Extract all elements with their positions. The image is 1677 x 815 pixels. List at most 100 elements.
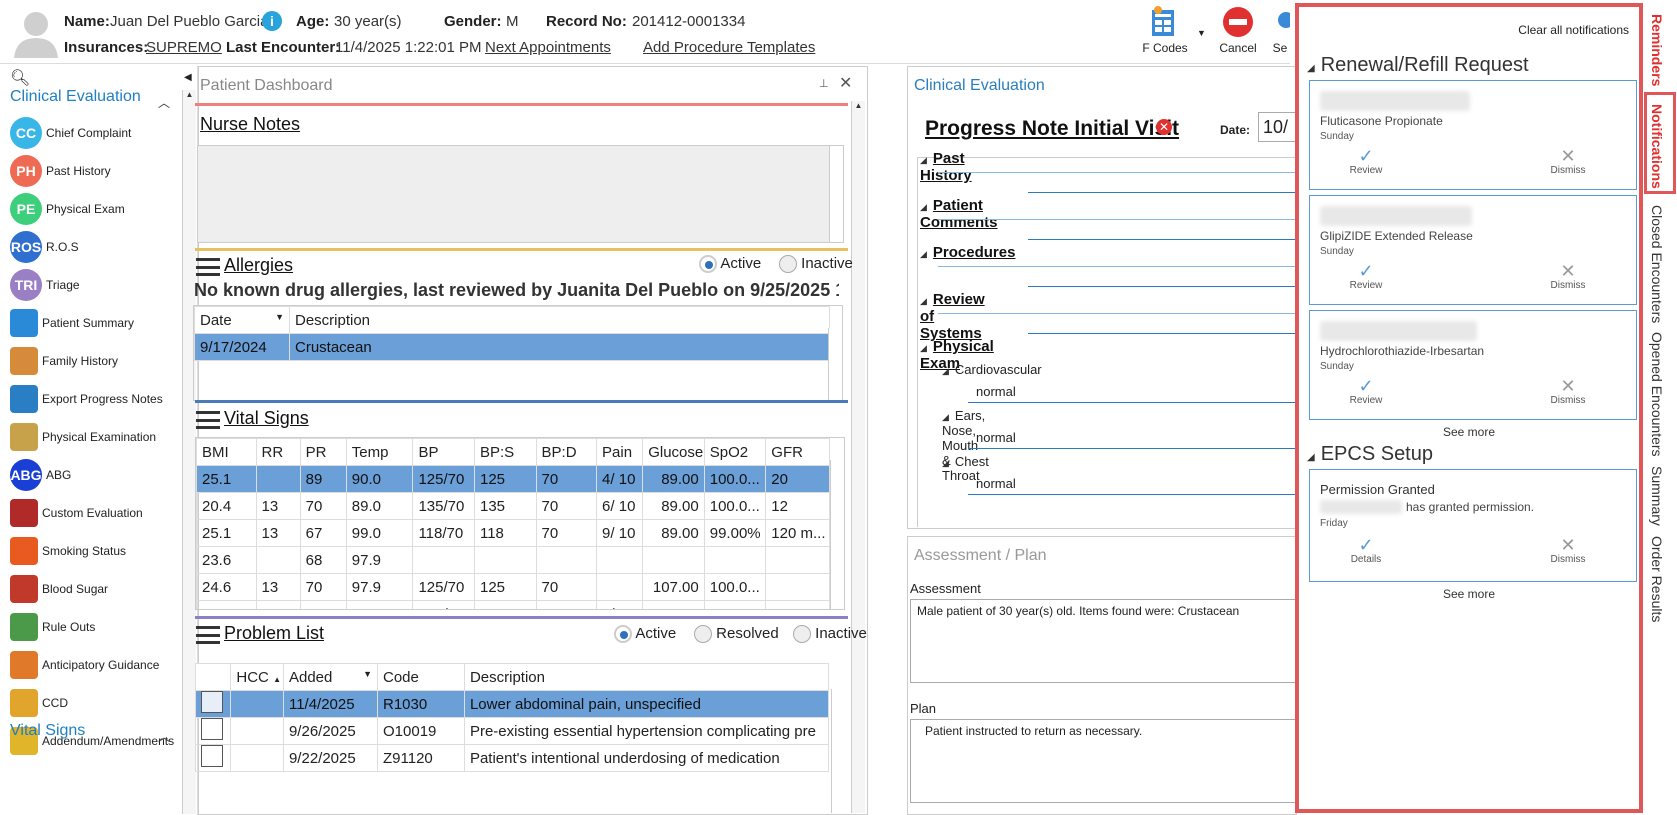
dismiss-button[interactable]: ✕ Dismiss [1538,536,1598,565]
add-procedure-templates-link[interactable]: Add Procedure Templates [643,39,815,56]
epcs-notification-card[interactable]: Permission Granted has granted permissio… [1309,469,1637,582]
table-row[interactable]: 25.1 89 90.0 125/70 125 70 4/ 10 89.00 100.0... 2… [196,465,830,493]
problem-list-heading[interactable]: Problem List [224,623,324,644]
allergy-col-header[interactable]: Date ▼ [194,306,290,334]
tab-closed-encounters[interactable]: Closed Encounters [1649,205,1665,323]
row-checkbox[interactable] [201,745,223,767]
clear-all-notifications-button[interactable]: Clear all notifications [1518,23,1629,37]
chevron-up-icon[interactable]: ︿ [158,728,170,745]
allergies-heading[interactable]: Allergies [224,255,293,276]
refill-notification-card[interactable]: GlipiZIDE Extended Release Sunday ✓ Revie… [1309,195,1637,305]
problem-list-menu-icon[interactable] [196,626,220,644]
nav-item-r-o-s[interactable]: ROS R.O.S [10,230,79,264]
cancel-button[interactable]: Cancel [1213,6,1263,55]
nav-item-smoking-status[interactable]: Smoking Status [10,534,126,568]
scroll-up-icon[interactable]: ▲ [183,90,196,99]
problems-inactive-radio[interactable]: Inactive [793,625,867,644]
ce-subsection[interactable]: ◢ Cardiovascular [942,362,1042,377]
assessment-text[interactable]: Male patient of 30 year(s) old. Items fo… [910,599,1296,683]
problems-col-header[interactable]: HCC ▲ [230,663,284,691]
scroll-up-icon[interactable]: ▲ [852,101,865,110]
ce-subsection-value[interactable]: normal [976,476,1016,491]
nav-item-abg[interactable]: ABG ABG [10,458,71,492]
tab-summary[interactable]: Summary [1649,466,1665,526]
ce-section-past-history[interactable]: ◢ Past History [920,150,972,184]
chevron-down-icon[interactable]: ▼ [1197,28,1206,38]
nav-item-family-history[interactable]: Family History [10,344,118,378]
vitals-col-header[interactable]: Pain [596,438,644,466]
ce-subsection[interactable]: ◢ Chest [942,454,989,469]
pin-icon[interactable]: ⊥ [819,77,829,90]
allergies-scrollbar[interactable] [828,328,842,400]
close-icon[interactable]: ✕ [839,73,852,93]
date-input[interactable]: 10/ [1258,112,1298,142]
dashboard-scrollbar[interactable]: ▲ [851,101,865,813]
nav-scrollbar[interactable]: ▲ [182,90,196,814]
nav-item-anticipatory-guidance[interactable]: Anticipatory Guidance [10,648,159,682]
vitals-col-header[interactable]: SpO2 [703,438,767,466]
problems-active-radio[interactable]: Active [614,625,676,644]
problems-col-header[interactable]: Description [463,663,830,691]
info-icon[interactable]: i [262,11,282,31]
nurse-notes-scrollbar[interactable] [829,146,843,242]
collapse-nav-icon[interactable]: ◀ [184,72,192,83]
table-row[interactable]: 9/22/2025 Z91120 Patient's intentional und… [195,744,830,772]
nav-section-vital-signs[interactable]: Vital Signs [10,722,85,740]
table-row[interactable]: 9/17/2024 Crustacean [194,333,830,361]
ce-section-review-of-systems[interactable]: ◢ Review of Systems [920,291,985,342]
ce-subsection[interactable]: ◢ Ears, Nose, Mouth & Throat [942,408,985,483]
progress-note-title[interactable]: Progress Note Initial Visit [925,117,1179,141]
nav-item-past-history[interactable]: PH Past History [10,154,111,188]
nurse-notes-textarea[interactable] [197,145,844,243]
vitals-col-header[interactable]: Glucose [642,438,705,466]
epcs-setup-section[interactable]: ◢ EPCS Setup [1307,443,1433,466]
tab-opened-encounters[interactable]: Opened Encounters [1649,332,1665,457]
vitals-col-header[interactable]: RR [255,438,301,466]
row-checkbox[interactable] [201,718,223,740]
nav-item-ccd[interactable]: CCD [10,686,68,720]
problems-col-header[interactable]: Added ▼ [282,663,379,691]
chevron-up-icon[interactable]: ︿ [158,94,170,111]
table-row[interactable]: 23.6 68 97.9 [196,546,830,574]
nav-item-rule-outs[interactable]: Rule Outs [10,610,95,644]
nurse-notes-heading[interactable]: Nurse Notes [200,114,300,135]
vitals-col-header[interactable]: Temp [345,438,414,466]
dismiss-button[interactable]: ✕ Dismiss [1538,377,1598,406]
vital-signs-scrollbar[interactable] [830,460,844,609]
fcodes-button[interactable]: F Codes [1140,6,1190,55]
dismiss-button[interactable]: ✕ Dismiss [1538,147,1598,176]
nav-item-export-progress-notes[interactable]: Export Progress Notes [10,382,163,416]
table-row[interactable]: 9/26/2025 O10019 Pre-existing essential hy… [195,717,830,745]
tab-order-results[interactable]: Order Results [1649,536,1665,622]
vitals-col-header[interactable]: PR [299,438,347,466]
nav-item-physical-examination[interactable]: Physical Examination [10,420,156,454]
vitals-col-header[interactable]: BP:S [473,438,537,466]
review-button[interactable]: ✓ Review [1336,147,1396,176]
nav-item-blood-sugar[interactable]: Blood Sugar [10,572,108,606]
search-icon[interactable]: 🔍︎ [10,68,30,88]
nav-item-physical-exam[interactable]: PE Physical Exam [10,192,125,226]
vitals-col-header[interactable]: BP:D [535,438,598,466]
table-row[interactable]: 25.1 13 67 99.0 118/70 118 70 9/ 10 89.00 99.00% 1… [196,519,830,547]
ce-section-patient-comments[interactable]: ◢ Patient Comments [920,197,998,231]
nav-item-triage[interactable]: TRI Triage [10,268,80,302]
dismiss-button[interactable]: ✕ Dismiss [1538,262,1598,291]
allergies-active-radio[interactable]: Active [699,255,761,274]
plan-text[interactable]: Patient instructed to return as necessar… [910,719,1296,803]
vitals-col-header[interactable]: BP [412,438,475,466]
allergy-col-header[interactable]: Description [289,306,830,334]
problems-resolved-radio[interactable]: Resolved [694,625,779,644]
remove-note-icon[interactable]: ✕ [1156,119,1172,135]
review-button[interactable]: ✓ Review [1336,377,1396,406]
vital-signs-heading[interactable]: Vital Signs [224,408,309,429]
table-row[interactable]: 23.6885296.9120/90120900/ 1090.00 [196,600,830,609]
table-row[interactable]: 24.6 13 70 97.9 125/70 125 70 107.00 100.0... [196,573,830,601]
see-more-link[interactable]: See more [1299,587,1639,601]
nav-item-custom-evaluation[interactable]: Custom Evaluation [10,496,143,530]
vital-signs-menu-icon[interactable] [196,411,220,429]
refill-notification-card[interactable]: Fluticasone Propionate Sunday ✓ Review ✕ D… [1309,80,1637,190]
settings-button[interactable]: Se [1270,6,1290,55]
ce-subsection-value[interactable]: normal [976,384,1016,399]
vitals-col-header[interactable]: BMI [196,438,257,466]
nav-item-patient-summary[interactable]: Patient Summary [10,306,134,340]
